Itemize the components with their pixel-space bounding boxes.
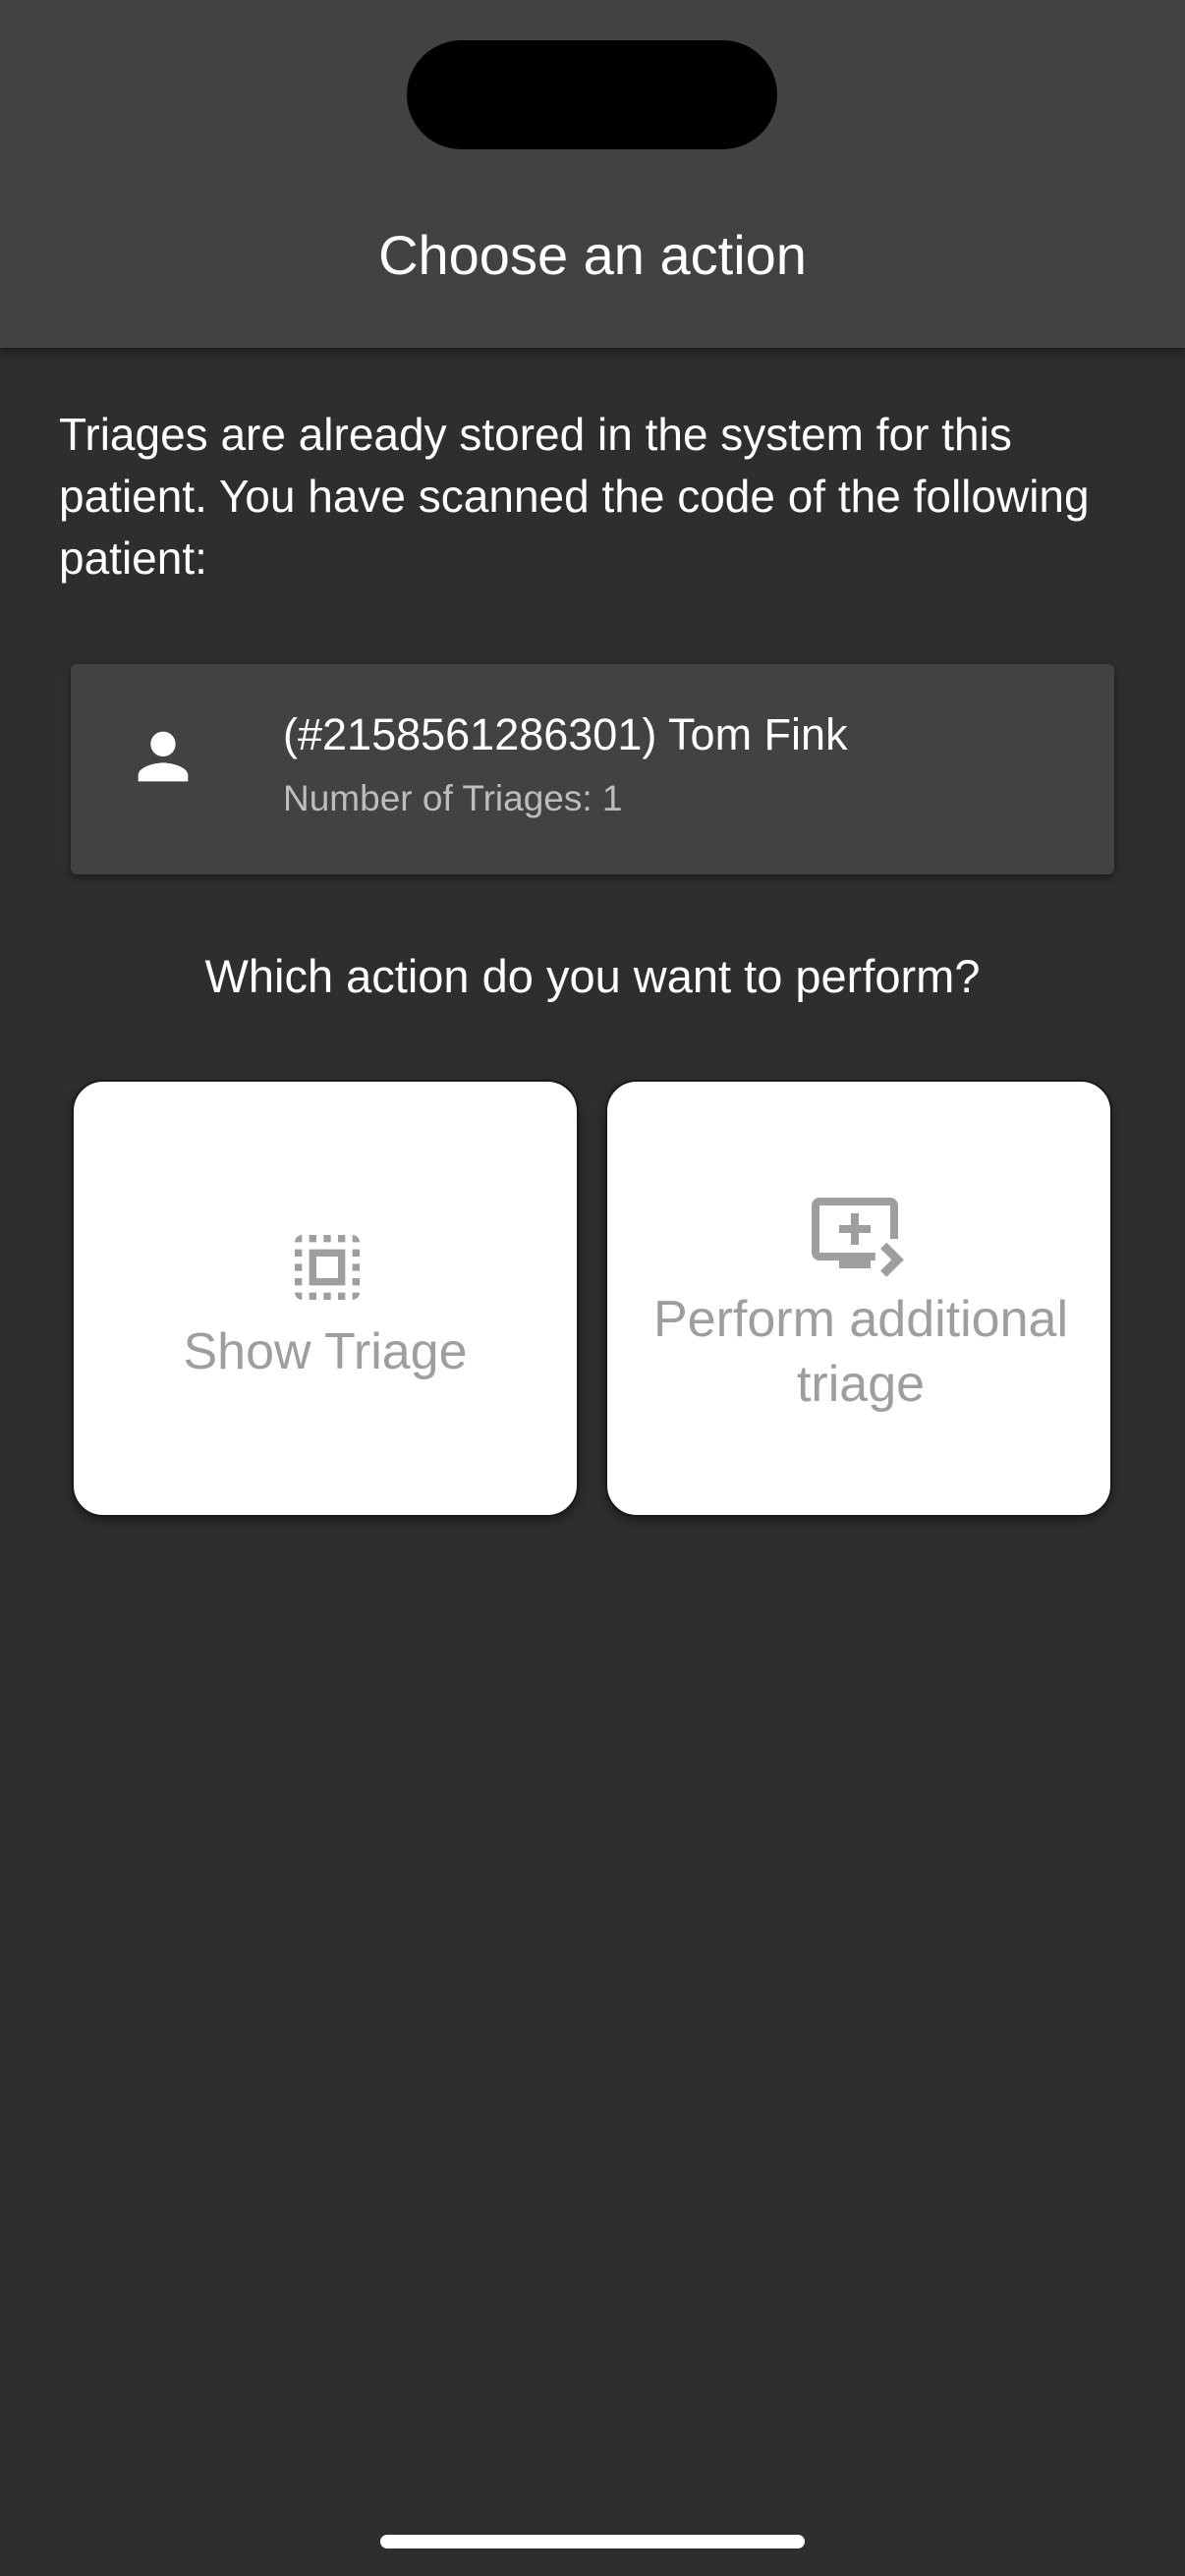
add-to-queue-icon xyxy=(812,1198,904,1277)
person-icon xyxy=(138,731,189,782)
patient-name: (#2158561286301) Tom Fink xyxy=(283,709,848,759)
perform-additional-triage-button[interactable]: Perform additional triage xyxy=(605,1080,1112,1517)
perform-additional-triage-label: Perform additional triage xyxy=(653,1291,1068,1413)
intro-text: Triages are already stored in the system… xyxy=(59,409,1090,584)
patient-triage-count: Number of Triages: 1 xyxy=(283,778,623,818)
show-triage-button[interactable]: Show Triage xyxy=(72,1080,579,1517)
page-title: Choose an action xyxy=(378,224,807,286)
action-question: Which action do you want to perform? xyxy=(204,950,981,1002)
camera-cutout xyxy=(407,40,777,149)
select-all-icon xyxy=(295,1235,360,1300)
patient-card: (#2158561286301) Tom Fink Number of Tria… xyxy=(71,664,1114,874)
home-indicator[interactable] xyxy=(380,2535,805,2548)
show-triage-label: Show Triage xyxy=(183,1323,468,1380)
app-bar: Choose an action xyxy=(0,0,1185,348)
